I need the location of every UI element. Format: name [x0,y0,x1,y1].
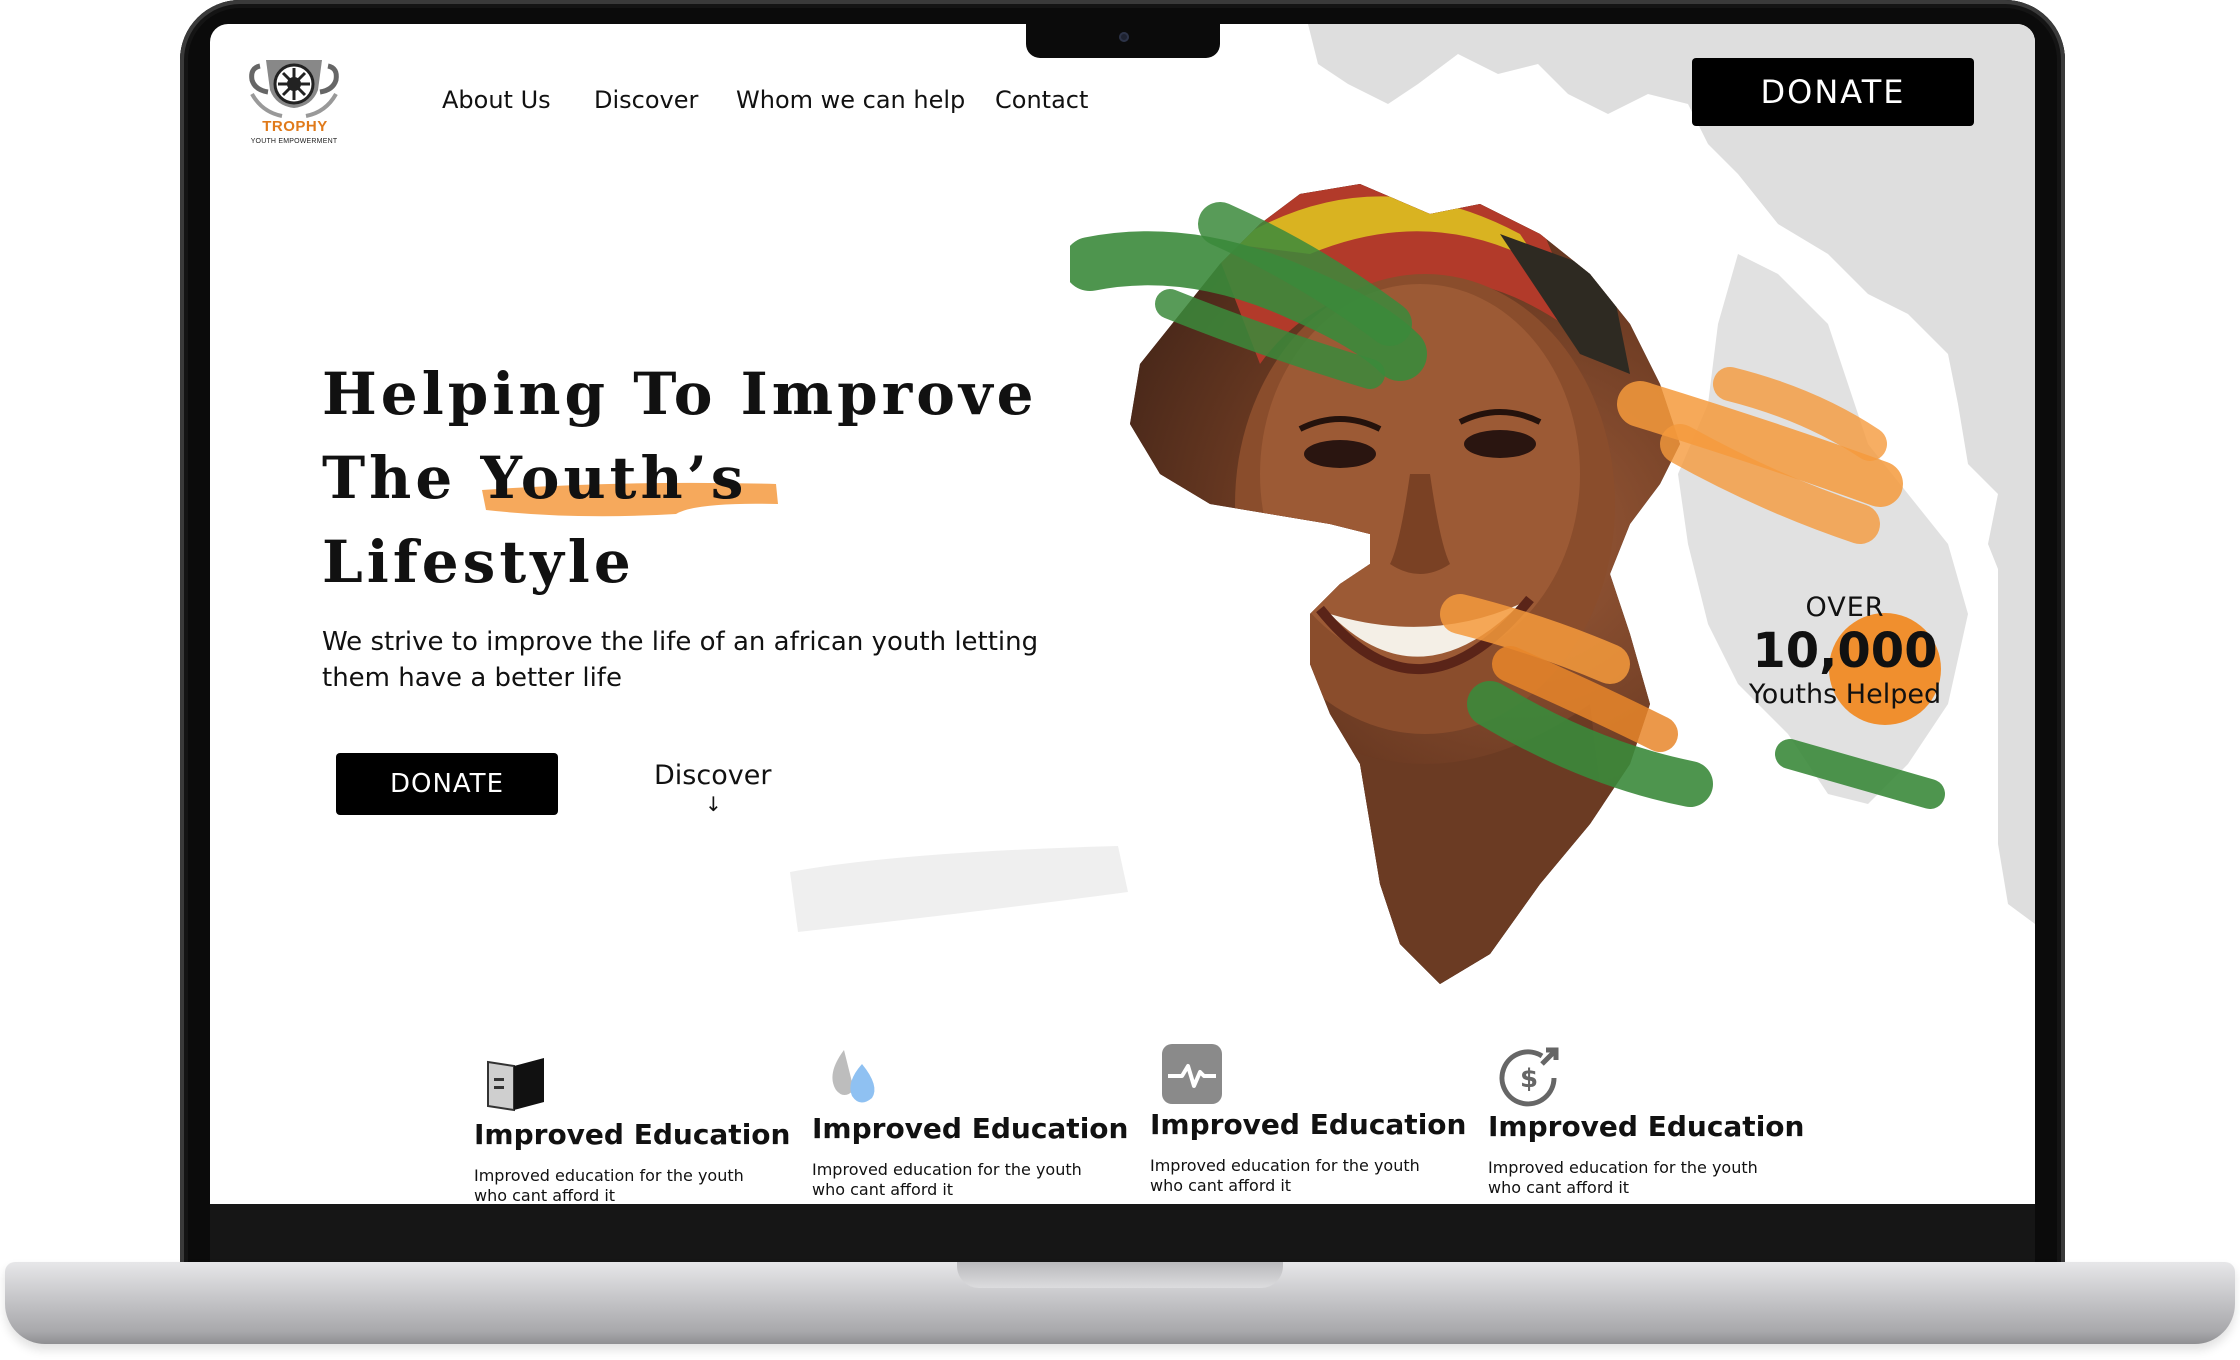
stats-label: Youths Helped [1748,679,1942,710]
trophy-icon [249,60,339,118]
nav-item-about-us[interactable]: About Us [442,86,551,114]
feature-title: Improved Education [1488,1110,1805,1143]
decorative-smear [790,846,1128,932]
nav-item-discover[interactable]: Discover [594,86,698,114]
hero-subtitle: We strive to improve the life of an afri… [322,627,1039,693]
hero-title-line-3: Lifestyle [322,528,635,596]
hero-photo-africa [1070,184,1945,984]
camera-notch [1026,24,1220,58]
discover-link[interactable]: Discover [654,760,771,791]
screen: TROPHY YOUTH EMPOWERMENT About Us Discov… [210,24,2035,1204]
stats-over-label: OVER [1805,592,1885,623]
hero-donate-button[interactable]: DONATE [336,753,558,815]
hero-title-highlight-text: Youth’s [480,444,748,512]
nav-item-whom-we-can-help[interactable]: Whom we can help [736,86,965,114]
stats-block: OVER 10,000 Youths Helped [1720,592,1970,710]
hero-title-line-2: The Youth’s [322,436,1038,520]
header-donate-button[interactable]: DONATE [1692,58,1974,126]
arrow-down-icon: ↓ [705,792,722,816]
hero-title-highlight: Youth’s [480,436,779,520]
nav-item-contact[interactable]: Contact [995,86,1088,114]
feature-description: Improved education for the youth who can… [812,1160,1082,1199]
laptop-bottom-bezel [210,1204,2035,1268]
feature-description: Improved education for the youth who can… [1150,1156,1420,1195]
heartbeat-icon [1162,1044,1222,1104]
laptop-base-lip [957,1262,1283,1288]
hero-title-line-1: Helping To Improve [322,360,1038,428]
camera-icon [1119,32,1129,42]
trophy-logo[interactable]: TROPHY YOUTH EMPOWERMENT [242,54,346,150]
feature-title: Improved Education [1150,1108,1467,1141]
stats-number: 10,000 [1752,623,1938,679]
feature-description: Improved education for the youth who can… [1488,1158,1758,1197]
laptop-base [5,1262,2235,1344]
feature-title: Improved Education [812,1112,1129,1145]
feature-title: Improved Education [474,1118,791,1151]
logo-tagline: YOUTH EMPOWERMENT [250,138,338,145]
dollar-growth-icon: $ [1499,1047,1559,1107]
logo-name: TROPHY [262,118,328,135]
hero-title: Helping To Improve The Youth’s Lifestyle [322,352,1038,604]
book-icon [487,1058,544,1112]
svg-text:$: $ [1520,1064,1538,1094]
hero-title-prefix: The [322,444,481,512]
feature-description: Improved education for the youth who can… [474,1166,744,1204]
water-drop-icon [832,1050,875,1103]
